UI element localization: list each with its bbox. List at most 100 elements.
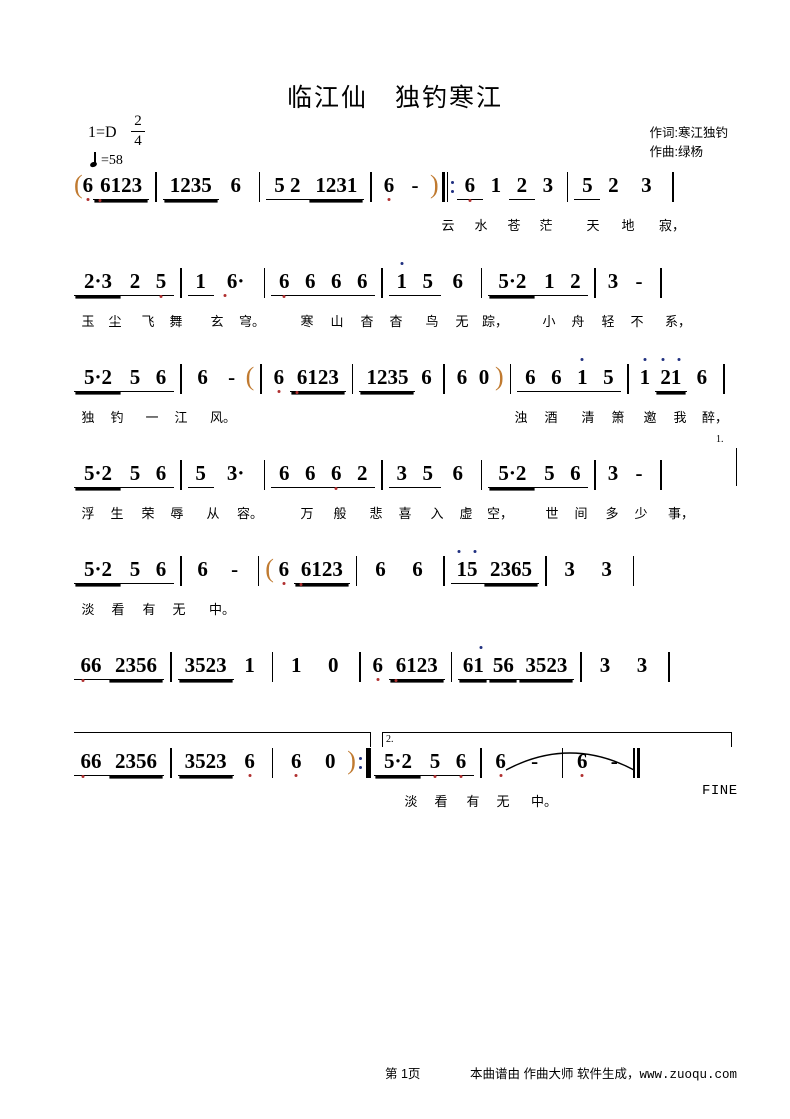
note: 6 — [323, 460, 350, 490]
octave-dot-high-icon — [457, 550, 461, 553]
phrase-paren: ) — [495, 362, 504, 391]
note: 2 — [122, 268, 148, 296]
note: 61 — [458, 646, 489, 680]
octave-dot-low-icon — [223, 294, 227, 297]
note: 3 — [641, 173, 652, 197]
octave-dot-high-icon — [580, 358, 584, 361]
note: 3· — [226, 461, 245, 485]
note: 2365 — [483, 556, 540, 584]
note: 0 — [324, 749, 336, 773]
octave-dot-low-icon — [295, 391, 299, 394]
note: 6 — [562, 460, 589, 488]
octave-dot-low-icon — [499, 774, 503, 777]
note: 3 — [607, 461, 619, 485]
note: 2 — [508, 172, 535, 200]
music-system: 66 2356 3523 6 6 0) 5·2 5 6 6-6- 淡看有无中。 — [0, 748, 790, 843]
lyric-syllable: 山 — [330, 314, 344, 329]
barline — [594, 460, 596, 490]
lyric-syllable: 江 — [174, 410, 188, 425]
lyrics-row: 独钓 一江 风。 浊 酒 清 箫 邀 我醉， — [74, 410, 734, 434]
barline — [659, 268, 662, 298]
phrase-paren: ) — [347, 746, 356, 775]
lyric-syllable: 系， — [664, 314, 692, 329]
barline — [271, 748, 274, 778]
note: 5·2 — [488, 268, 537, 296]
duration-dash: - — [231, 557, 239, 581]
note: 6 — [367, 652, 389, 681]
lyric-syllable: 玄 — [210, 314, 224, 329]
quarter-note-icon — [90, 152, 99, 170]
note: 5 — [414, 460, 441, 488]
note: 5·2 — [488, 460, 537, 488]
barline — [355, 556, 358, 586]
note: 2 — [562, 268, 589, 296]
lyric-syllable: 尘 — [108, 314, 122, 329]
duration-dash: - — [228, 365, 236, 389]
note: 2 — [349, 460, 376, 488]
lyrics-row: 云 水 苍 茫 天 地 寂， — [74, 218, 734, 242]
octave-dot-low-icon — [81, 679, 84, 682]
note: 3 — [564, 557, 575, 581]
barline — [545, 556, 547, 586]
note: 6 — [452, 461, 464, 485]
note: 6 — [456, 365, 468, 389]
note: 5 — [148, 268, 174, 298]
lyricist-credit: 作词:寒江独钓 — [649, 126, 728, 140]
note: 3523 — [177, 748, 234, 776]
note: 3 — [542, 173, 554, 197]
note: 6 — [412, 557, 423, 581]
octave-dot-low-icon — [433, 775, 437, 778]
barline — [180, 556, 182, 586]
barline — [359, 652, 361, 682]
music-system: 5·2 5 6 5 3· 6 6 6 2 3 5 6 5·2 5 6 3- 浮生荣辱从容。万般悲喜入虚空，世间多… — [0, 460, 790, 555]
barline — [480, 268, 483, 298]
lyric-syllable: 茫 — [539, 218, 553, 233]
tempo-value: =58 — [101, 153, 123, 168]
note: 6123 — [289, 364, 346, 394]
lyric-syllable: 悲 — [369, 506, 383, 521]
note: 6123 — [293, 556, 350, 586]
barline — [672, 172, 674, 202]
barline — [450, 652, 453, 682]
note: 5·2 — [74, 364, 122, 392]
barline — [263, 268, 266, 298]
note: 6 — [452, 269, 464, 293]
note: 5 — [122, 460, 148, 488]
lyric-syllable: 看 — [434, 794, 448, 809]
lyric-syllable: 无 — [455, 314, 469, 329]
lyric-syllable: 虚 — [459, 506, 473, 521]
repeat-end-sign — [358, 748, 372, 778]
note: 5·2 — [74, 556, 122, 584]
barline — [480, 748, 482, 778]
barline — [443, 556, 446, 586]
note: 56 — [488, 652, 519, 680]
lyric-syllable: 万 — [300, 506, 314, 521]
note: 21 — [654, 358, 687, 392]
note: 66 — [74, 652, 108, 682]
barline — [443, 364, 446, 394]
barline — [155, 172, 157, 202]
note: 6 — [197, 365, 208, 389]
lyric-syllable: 轻 — [601, 314, 615, 329]
note: 6 — [323, 268, 350, 296]
composer-credit: 作曲:绿杨 — [649, 145, 703, 159]
octave-dot-low-icon — [248, 774, 252, 777]
time-signature-numerator: 2 — [134, 113, 142, 129]
lyric-syllable: 看 — [111, 602, 125, 617]
barline — [180, 460, 182, 490]
phrase-paren: ) — [429, 170, 439, 199]
lyric-syllable: 一 — [145, 410, 159, 425]
octave-dot-low-icon — [282, 295, 286, 298]
note: 5 — [595, 364, 622, 392]
note: 1 — [388, 262, 415, 296]
music-system: (6 6123 1235 6 5 2 1231 6-) 6 1 2 3 5 2 3 云水苍茫天地寂， — [0, 172, 790, 267]
lyrics-row — [74, 698, 734, 722]
volta-1-label: 1. — [716, 434, 724, 445]
lyric-syllable: 寂， — [658, 218, 686, 233]
note: 5 — [414, 268, 441, 296]
lyric-syllable: 中。 — [530, 794, 558, 809]
octave-dot-high-icon — [479, 646, 483, 649]
notes-row: 2·3 2 5 1 6· 6 6 6 6 1 5 6 5·2 1 2 3- — [74, 262, 734, 316]
note: 5 — [422, 748, 449, 778]
barline — [566, 172, 569, 202]
